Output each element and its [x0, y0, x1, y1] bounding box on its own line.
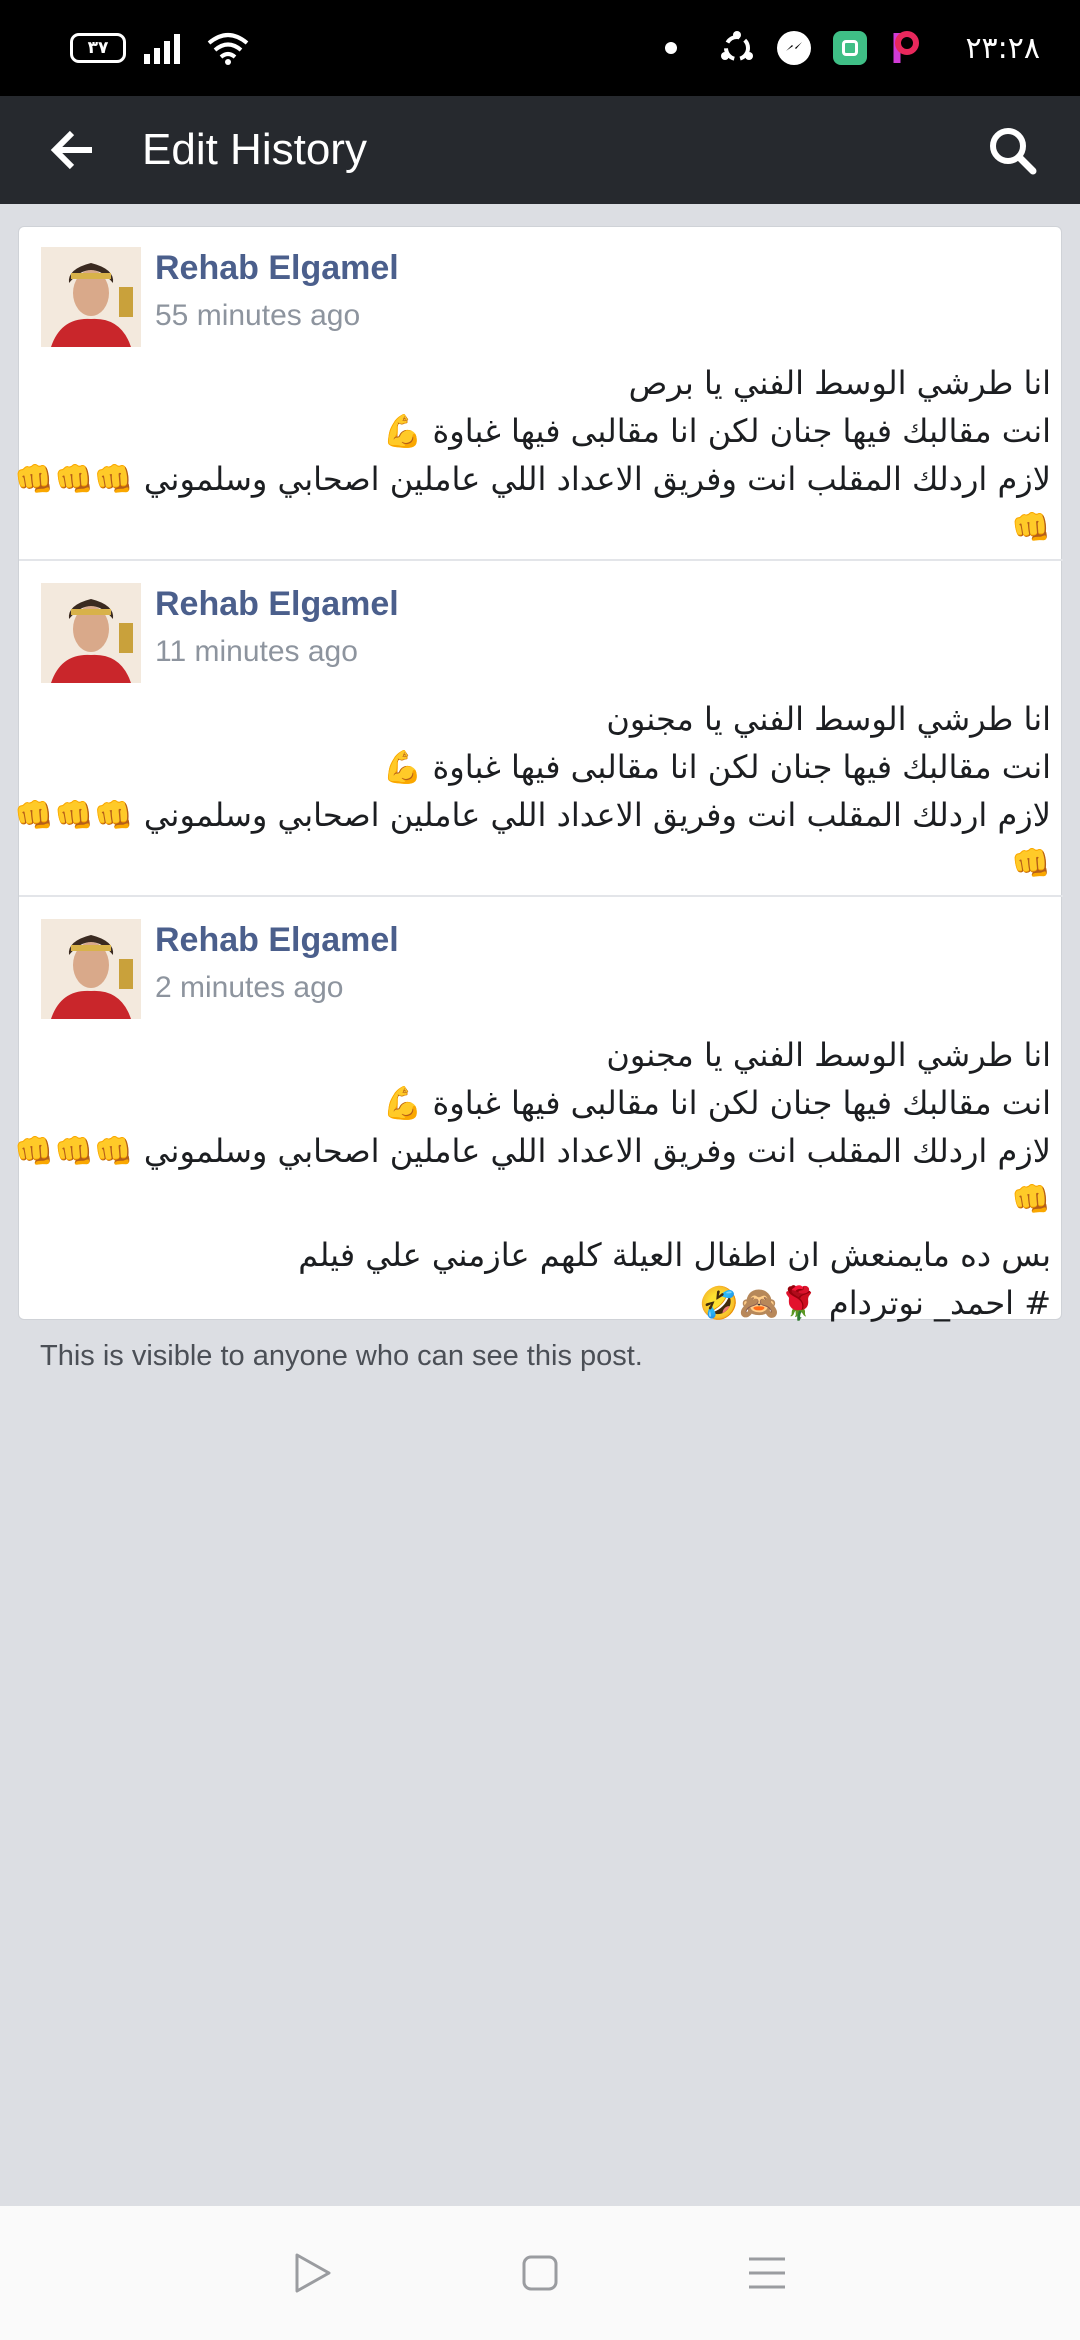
avatar[interactable]	[41, 919, 141, 1019]
avatar[interactable]	[41, 247, 141, 347]
search-button[interactable]	[972, 110, 1052, 190]
clock: ٢٣:٢٨	[965, 30, 1040, 66]
text-line: لازم اردلك المقلب انت وفريق الاعداد اللي…	[14, 460, 1051, 498]
search-icon	[990, 128, 1037, 175]
history-entry: Rehab Elgamel 11 minutes ago انا طرشي ال…	[14, 563, 1063, 897]
app-bar: Edit History	[0, 96, 1080, 204]
post-text: انا طرشي الوسط الفني يا برص انت مقالبك ف…	[14, 359, 1052, 551]
wifi-icon	[207, 33, 249, 65]
nav-back-button[interactable]	[278, 2238, 348, 2308]
text-line: لازم اردلك المقلب انت وفريق الاعداد اللي…	[14, 1132, 1051, 1170]
picsart-icon	[889, 31, 923, 65]
text-line: لازم اردلك المقلب انت وفريق الاعداد اللي…	[14, 796, 1051, 834]
signal-icon	[144, 34, 180, 64]
text-line: انا طرشي الوسط الفني يا مجنون	[606, 700, 1051, 738]
author-name[interactable]: Rehab Elgamel	[155, 921, 399, 960]
page-title: Edit History	[142, 125, 367, 174]
history-entry: Rehab Elgamel 55 minutes ago انا طرشي ال…	[14, 227, 1063, 561]
visibility-note: This is visible to anyone who can see th…	[40, 1340, 643, 1372]
post-text: انا طرشي الوسط الفني يا مجنون انت مقالبك…	[14, 695, 1052, 887]
share-app-icon	[721, 31, 754, 61]
nav-menu-button[interactable]	[732, 2238, 802, 2308]
timestamp: 11 minutes ago	[155, 635, 358, 668]
status-bar: ٣٧ ٢٣:٢٨	[0, 0, 1080, 96]
status-left: ٣٧	[70, 31, 250, 65]
author-name[interactable]: Rehab Elgamel	[155, 249, 399, 288]
green-app-icon	[833, 31, 868, 65]
post-text: انا طرشي الوسط الفني يا مجنون انت مقالبك…	[14, 1031, 1052, 1327]
author-name[interactable]: Rehab Elgamel	[155, 585, 399, 624]
avatar[interactable]	[41, 583, 141, 683]
notification-dot-icon	[665, 42, 678, 54]
back-button[interactable]	[32, 110, 112, 190]
text-line: 👊	[1011, 844, 1051, 882]
text-line: انت مقالبك فيها جنان لكن انا مقالبى فيها…	[382, 412, 1052, 450]
back-triangle-icon	[295, 2253, 331, 2293]
text-line: انا طرشي الوسط الفني يا مجنون	[606, 1036, 1051, 1074]
text-line: انا طرشي الوسط الفني يا برص	[628, 364, 1051, 402]
menu-lines-icon	[748, 2257, 785, 2289]
timestamp: 55 minutes ago	[155, 299, 361, 332]
text-line: انت مقالبك فيها جنان لكن انا مقالبى فيها…	[382, 748, 1052, 786]
edit-history-card: Rehab Elgamel 55 minutes ago انا طرشي ال…	[14, 226, 1063, 1322]
nav-home-button[interactable]	[505, 2238, 575, 2308]
timestamp: 2 minutes ago	[155, 971, 344, 1004]
messenger-icon	[777, 31, 812, 65]
home-square-icon	[522, 2255, 558, 2291]
battery-level: ٣٧	[87, 38, 109, 58]
system-nav-bar	[0, 2206, 1080, 2340]
history-entry: Rehab Elgamel 2 minutes ago انا طرشي الو…	[14, 899, 1063, 1322]
back-arrow-icon	[50, 130, 92, 170]
text-line: انت مقالبك فيها جنان لكن انا مقالبى فيها…	[382, 1084, 1052, 1122]
text-line: 👊	[1011, 508, 1051, 546]
text-line: بس ده مايمنعش ان اطفال العيلة كلهم عازمن…	[298, 1236, 1051, 1274]
status-right: ٢٣:٢٨	[665, 30, 1040, 66]
text-line: # احمد_ نوتردام 🌹🙈🤣	[699, 1284, 1051, 1322]
battery-icon: ٣٧	[70, 33, 126, 63]
text-line: 👊	[1011, 1180, 1051, 1218]
